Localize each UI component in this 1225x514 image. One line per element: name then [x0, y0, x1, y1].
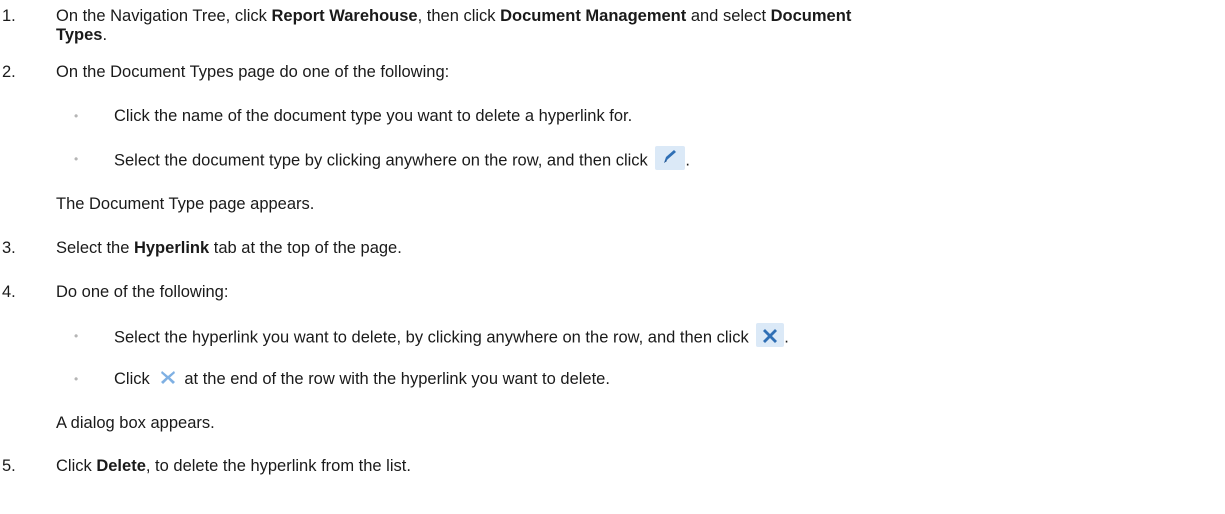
bullet-text: Select the document type by clicking any…	[114, 146, 690, 173]
delete-x-icon	[160, 368, 176, 386]
bullet-text: Click at the end of the row with the hyp…	[114, 369, 610, 389]
bullet-icon: •	[74, 329, 79, 343]
step-text: Click Delete, to delete the hyperlink fr…	[56, 457, 411, 475]
step-text: On the Navigation Tree, click Report War…	[56, 7, 852, 25]
step-number: 3.	[2, 239, 16, 257]
step-text: Types.	[56, 26, 108, 44]
bullet-text: Click the name of the document type you …	[114, 107, 633, 125]
step-number: 1.	[2, 7, 16, 25]
step-text: Do one of the following:	[56, 283, 229, 301]
bullet-icon: •	[74, 372, 79, 386]
edit-pencil-icon	[655, 146, 686, 170]
step-text: On the Document Types page do one of the…	[56, 63, 450, 81]
step-number: 4.	[2, 283, 16, 301]
step-note: A dialog box appears.	[56, 414, 215, 432]
step-number: 5.	[2, 457, 16, 475]
step-number: 2.	[2, 63, 16, 81]
step-note: The Document Type page appears.	[56, 195, 315, 213]
step-text: Select the Hyperlink tab at the top of t…	[56, 239, 402, 257]
bullet-icon: •	[74, 109, 79, 123]
delete-x-icon	[756, 323, 785, 347]
bullet-text: Select the hyperlink you want to delete,…	[114, 323, 789, 350]
bullet-icon: •	[74, 152, 79, 166]
